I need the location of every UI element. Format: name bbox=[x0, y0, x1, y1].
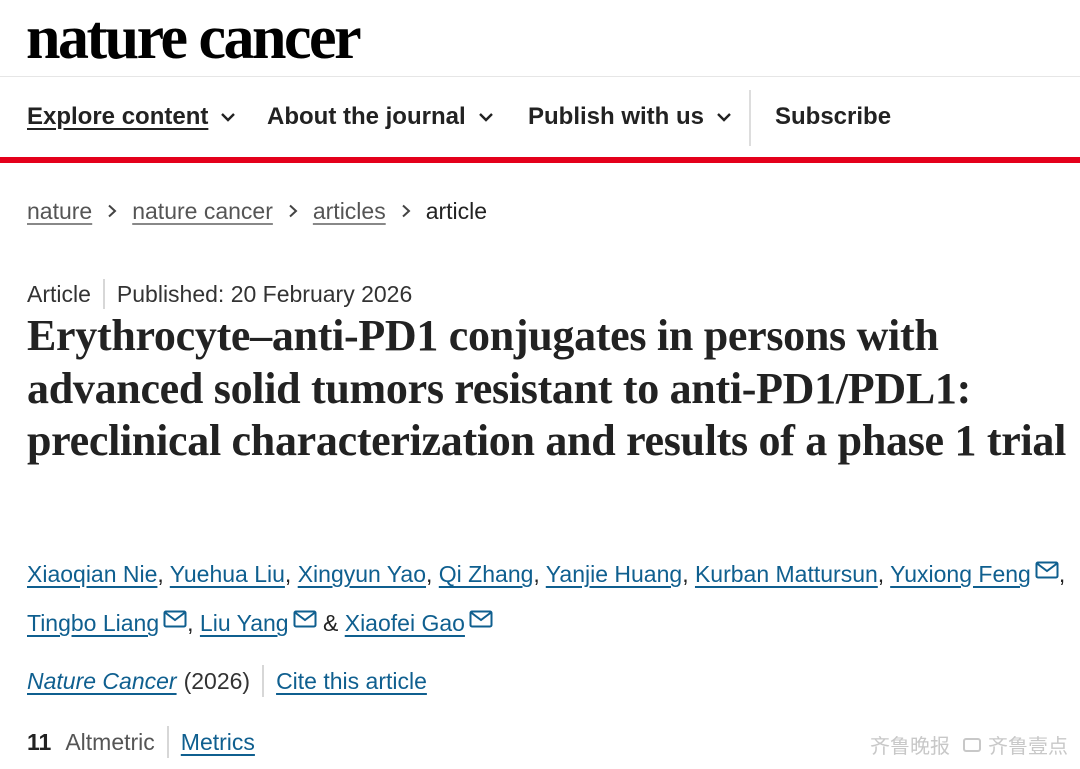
author-link[interactable]: Xingyun Yao bbox=[298, 561, 426, 587]
author-link[interactable]: Yanjie Huang bbox=[546, 561, 682, 587]
nav-explore-content[interactable]: Explore content bbox=[27, 88, 236, 146]
author-separator: , bbox=[157, 561, 170, 587]
nav-publish-with-us[interactable]: Publish with us bbox=[528, 88, 732, 146]
mail-icon[interactable] bbox=[293, 597, 317, 628]
breadcrumb-nature-cancer[interactable]: nature cancer bbox=[132, 198, 273, 225]
nav-about-journal-label: About the journal bbox=[267, 103, 466, 130]
cite-article-link[interactable]: Cite this article bbox=[276, 668, 427, 695]
author-link[interactable]: Yuxiong Feng bbox=[890, 561, 1031, 587]
journal-link[interactable]: Nature Cancer bbox=[27, 668, 177, 695]
author-separator: , bbox=[877, 561, 891, 587]
citation-line: Nature Cancer (2026) Cite this article bbox=[27, 664, 427, 698]
author-and: & bbox=[316, 610, 345, 636]
author-separator: , bbox=[284, 561, 298, 587]
breadcrumb: nature nature cancer articles article bbox=[27, 194, 487, 228]
breadcrumb-nature[interactable]: nature bbox=[27, 198, 92, 225]
altmetric-score[interactable]: 11 bbox=[27, 729, 51, 756]
author-link[interactable]: Qi Zhang bbox=[439, 561, 534, 587]
main-nav: Explore content About the journal Publis… bbox=[0, 88, 1080, 146]
author-separator: , bbox=[426, 561, 439, 587]
author-separator: , bbox=[187, 610, 200, 636]
tv-icon bbox=[963, 737, 981, 752]
author-link[interactable]: Kurban Mattursun bbox=[695, 561, 878, 587]
meta-divider bbox=[102, 279, 105, 309]
article-meta: Article Published: 20 February 2026 bbox=[27, 278, 412, 310]
author-link[interactable]: Xiaofei Gao bbox=[345, 610, 465, 636]
publish-date: Published: 20 February 2026 bbox=[116, 280, 413, 307]
nav-publish-with-us-label: Publish with us bbox=[528, 103, 705, 130]
watermark-left: 齐鲁晚报 bbox=[870, 736, 950, 758]
metrics-divider bbox=[166, 726, 169, 758]
chevron-down-icon bbox=[717, 113, 731, 122]
article-type: Article bbox=[27, 280, 91, 307]
metrics-bar: 11 Altmetric Metrics bbox=[27, 725, 255, 759]
chevron-right-icon bbox=[402, 204, 411, 218]
author-separator: , bbox=[682, 561, 695, 587]
author-link[interactable]: Liu Yang bbox=[200, 610, 289, 636]
altmetric-label[interactable]: Altmetric bbox=[65, 729, 154, 756]
nav-subscribe[interactable]: Subscribe bbox=[775, 88, 891, 146]
chevron-right-icon bbox=[108, 204, 117, 218]
nav-divider bbox=[749, 90, 751, 146]
publication-year: (2026) bbox=[183, 667, 251, 694]
watermark: 齐鲁晚报 齐鲁壹点 bbox=[870, 730, 1068, 759]
author-link[interactable]: Yuehua Liu bbox=[170, 561, 285, 587]
mail-icon[interactable] bbox=[469, 597, 493, 628]
nav-subscribe-label: Subscribe bbox=[775, 103, 892, 130]
mail-icon[interactable] bbox=[1035, 548, 1059, 579]
watermark-right: 齐鲁壹点 bbox=[988, 736, 1068, 758]
author-separator: , bbox=[1058, 561, 1066, 587]
nav-about-journal[interactable]: About the journal bbox=[267, 88, 494, 146]
chevron-down-icon bbox=[221, 113, 236, 122]
author-list: Xiaoqian Nie, Yuehua Liu, Xingyun Yao, Q… bbox=[27, 548, 1072, 646]
citation-divider bbox=[262, 665, 265, 697]
header-divider bbox=[0, 76, 1080, 77]
author-link[interactable]: Tingbo Liang bbox=[27, 610, 159, 636]
accent-bar bbox=[0, 157, 1080, 163]
breadcrumb-current: article bbox=[425, 197, 488, 224]
nav-explore-content-label: Explore content bbox=[27, 103, 209, 130]
mail-icon[interactable] bbox=[163, 597, 187, 628]
breadcrumb-articles[interactable]: articles bbox=[313, 198, 386, 225]
article-title: Erythrocyte–anti-PD1 conjugates in perso… bbox=[27, 311, 1067, 465]
author-link[interactable]: Xiaoqian Nie bbox=[27, 561, 157, 587]
author-separator: , bbox=[533, 561, 546, 587]
chevron-down-icon bbox=[478, 113, 493, 122]
journal-logo[interactable]: nature cancer bbox=[26, 2, 362, 74]
chevron-right-icon bbox=[289, 204, 298, 218]
metrics-link[interactable]: Metrics bbox=[181, 729, 255, 756]
